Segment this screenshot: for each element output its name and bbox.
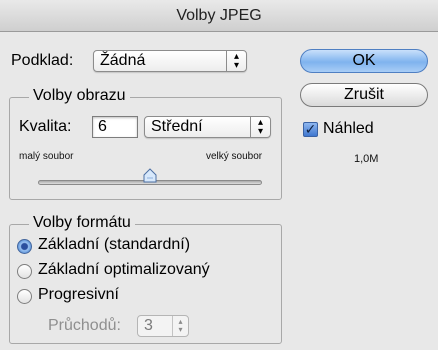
large-file-label: velký soubor [206, 151, 263, 162]
radio-label-progressive: Progresivní [38, 286, 119, 303]
radio-label-baseline-standard: Základní (standardní) [38, 236, 191, 253]
image-options-title: Volby obrazu [29, 87, 130, 105]
radio-baseline-standard[interactable] [17, 239, 32, 254]
scans-label: Průchodů: [48, 317, 121, 334]
window-title: Volby JPEG [0, 0, 438, 32]
select-arrows-icon: ▴ ▾ [250, 117, 270, 137]
matte-value: Žádná [100, 52, 146, 69]
preview-checkbox[interactable]: ✓ [303, 122, 318, 137]
quality-label: Kvalita: [19, 118, 72, 135]
radio-progressive[interactable] [17, 289, 32, 304]
file-size-value: 1,0M [354, 153, 379, 165]
ok-button[interactable]: OK [300, 49, 428, 73]
radio-baseline-optimized[interactable] [17, 264, 32, 279]
cancel-button[interactable]: Zrušit [300, 83, 428, 107]
matte-select[interactable]: Žádná ▴ ▾ [93, 50, 247, 72]
stepper-arrows-icon: ▴ ▾ [172, 316, 188, 336]
scans-stepper[interactable]: 3 ▴ ▾ [137, 315, 189, 337]
quality-input[interactable]: 6 [92, 116, 138, 138]
quality-preset-value: Střední [151, 118, 203, 135]
preview-label: Náhled [323, 120, 374, 137]
format-options-title: Volby formátu [29, 214, 135, 232]
slider-thumb-icon [143, 168, 157, 183]
quality-preset-select[interactable]: Střední ▴ ▾ [144, 116, 271, 138]
scans-value: 3 [144, 317, 153, 334]
matte-label: Podklad: [11, 52, 74, 69]
quality-slider-thumb[interactable] [143, 168, 157, 183]
select-arrows-icon: ▴ ▾ [226, 51, 246, 71]
radio-label-baseline-optimized: Základní optimalizovaný [38, 261, 210, 278]
small-file-label: malý soubor [19, 151, 74, 162]
